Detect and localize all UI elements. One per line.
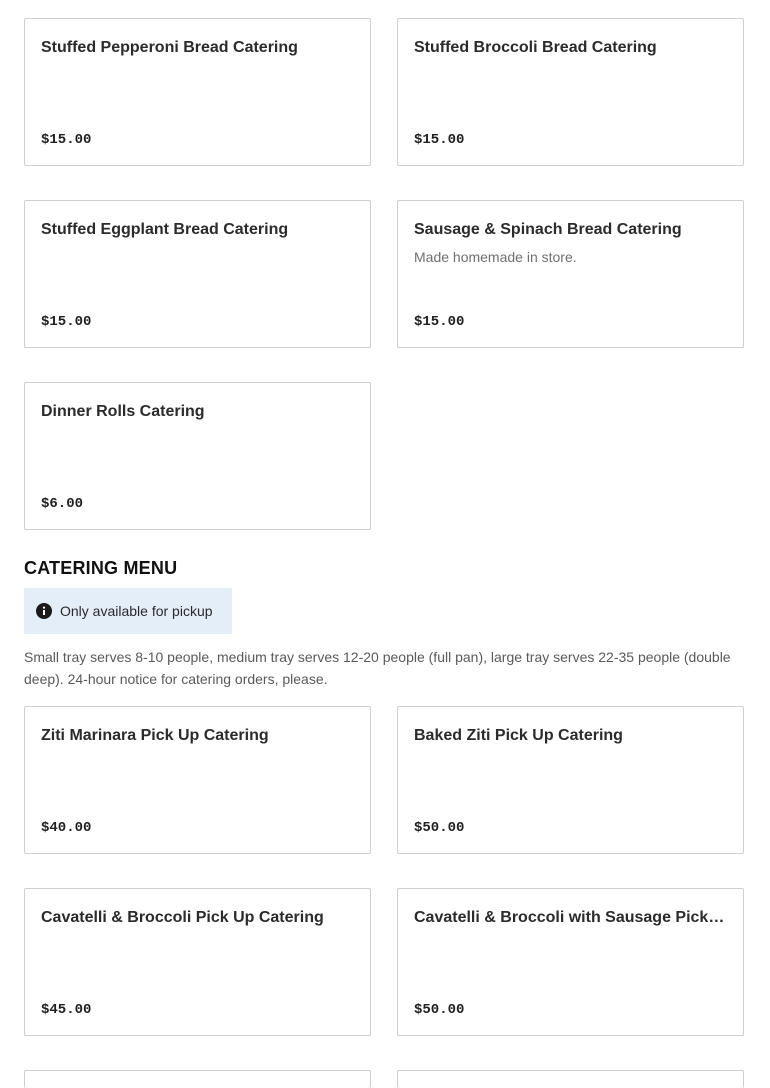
pickup-notice-text: Only available for pickup (60, 603, 213, 619)
section-title: CATERING MENU (24, 558, 178, 578)
menu-item-price: $15.00 (414, 314, 465, 330)
menu-item-card[interactable]: Stuffed Pepperoni Bread Catering $15.00 (24, 18, 371, 166)
menu-item-card-partial[interactable] (24, 1070, 371, 1088)
menu-item-price: $45.00 (41, 1002, 92, 1018)
menu-item-card-partial[interactable] (397, 1070, 744, 1088)
menu-item-card[interactable]: Cavatelli & Broccoli with Sausage Pick U… (397, 888, 744, 1036)
menu-item-price: $15.00 (41, 132, 92, 148)
menu-item-price: $40.00 (41, 820, 92, 836)
menu-item-name: Stuffed Pepperoni Bread Catering (41, 39, 298, 56)
pickup-notice: Only available for pickup (24, 588, 232, 634)
menu-item-name: Sausage & Spinach Bread Catering (414, 221, 682, 238)
menu-item-price: $15.00 (41, 314, 92, 330)
menu-item-name: Cavatelli & Broccoli with Sausage Pick U… (414, 909, 725, 926)
menu-item-name: Dinner Rolls Catering (41, 403, 205, 420)
menu-item-name: Cavatelli & Broccoli Pick Up Catering (41, 909, 324, 926)
info-icon (36, 603, 52, 619)
menu-item-card[interactable]: Cavatelli & Broccoli Pick Up Catering $4… (24, 888, 371, 1036)
menu-item-price: $6.00 (41, 496, 84, 512)
menu-item-card[interactable]: Dinner Rolls Catering $6.00 (24, 382, 371, 530)
section-description: Small tray serves 8-10 people, medium tr… (24, 649, 731, 687)
menu-item-name: Stuffed Broccoli Bread Catering (414, 39, 657, 56)
menu-item-price: $50.00 (414, 820, 465, 836)
menu-item-description: Made homemade in store. (414, 249, 577, 265)
menu-item-price: $15.00 (414, 132, 465, 148)
menu-item-card[interactable]: Baked Ziti Pick Up Catering $50.00 (397, 706, 744, 854)
menu-item-name: Ziti Marinara Pick Up Catering (41, 727, 269, 744)
menu-item-card[interactable]: Ziti Marinara Pick Up Catering $40.00 (24, 706, 371, 854)
menu-item-card[interactable]: Stuffed Broccoli Bread Catering $15.00 (397, 18, 744, 166)
menu-item-price: $50.00 (414, 1002, 465, 1018)
menu-item-card[interactable]: Stuffed Eggplant Bread Catering $15.00 (24, 200, 371, 348)
menu-page: Stuffed Pepperoni Bread Catering $15.00 … (0, 0, 770, 1088)
menu-item-name: Stuffed Eggplant Bread Catering (41, 221, 289, 238)
menu-item-name: Baked Ziti Pick Up Catering (414, 727, 623, 744)
menu-item-card[interactable]: Sausage & Spinach Bread Catering Made ho… (397, 200, 744, 348)
